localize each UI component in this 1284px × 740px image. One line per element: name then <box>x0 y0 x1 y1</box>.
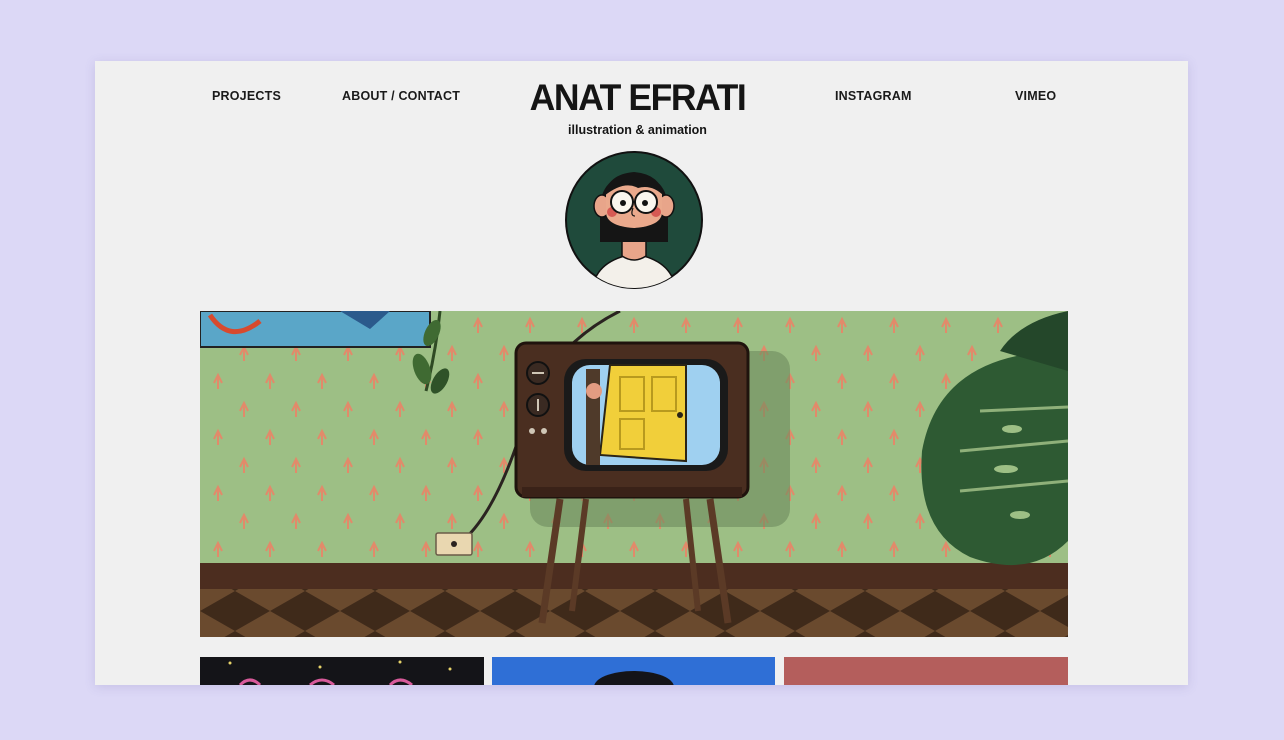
nav-instagram-link[interactable]: INSTAGRAM <box>835 89 912 103</box>
avatar-illustration <box>565 151 703 289</box>
project-thumbnail-3[interactable] <box>784 657 1068 685</box>
nav-vimeo-link[interactable]: VIMEO <box>1015 89 1056 103</box>
thumbnail-1-art <box>228 660 452 685</box>
web-page: PROJECTS ABOUT / CONTACT ANAT EFRATI ill… <box>95 61 1188 685</box>
project-thumbnail-1[interactable] <box>200 657 484 685</box>
hero-tv-illustration[interactable] <box>200 311 1068 637</box>
project-thumbnail-2[interactable] <box>492 657 775 685</box>
site-logo[interactable]: ANAT EFRATI illustration & animation <box>505 77 770 138</box>
nav-about-contact-link[interactable]: ABOUT / CONTACT <box>342 89 460 103</box>
nav-projects-link[interactable]: PROJECTS <box>212 89 281 103</box>
site-subtitle: illustration & animation <box>568 123 707 137</box>
site-title: ANAT EFRATI <box>529 77 747 118</box>
thumbnail-2-art <box>594 671 674 685</box>
